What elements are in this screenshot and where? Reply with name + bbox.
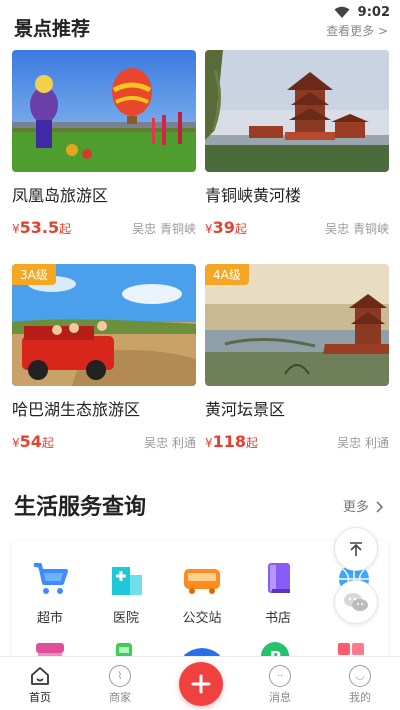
message-icon: ·· xyxy=(269,665,291,687)
book-icon xyxy=(268,563,290,593)
nav-item-merchants[interactable]: ⌇ 商家 xyxy=(80,657,160,710)
store-icon: ⌇ xyxy=(109,665,131,687)
scenic-location: 吴忠 利通 xyxy=(337,436,389,450)
service-item-bus-stop[interactable]: 公交站 xyxy=(164,561,240,626)
home-icon xyxy=(31,667,49,685)
life-header: 生活服务查询 更多 xyxy=(14,489,384,521)
back-to-top-button[interactable] xyxy=(334,527,378,571)
hospital-icon xyxy=(112,567,142,595)
scenic-name: 青铜峡黄河楼 xyxy=(205,186,302,205)
publish-button[interactable] xyxy=(179,662,223,706)
nav-item-home[interactable]: 首页 xyxy=(0,657,80,710)
scenic-image xyxy=(205,50,389,172)
scenic-name: 凤凰岛旅游区 xyxy=(12,186,109,205)
scenic-more-link[interactable]: 查看更多 > xyxy=(326,22,388,39)
arrow-up-icon xyxy=(350,542,362,556)
life-more-link[interactable]: 更多 xyxy=(343,496,384,515)
plus-icon xyxy=(191,674,211,694)
profile-icon: ◡ xyxy=(349,665,371,687)
scenic-price: ¥54起 xyxy=(12,432,54,451)
scenic-name: 哈巴湖生态旅游区 xyxy=(12,400,141,419)
scenic-card[interactable]: 青铜峡黄河楼 ¥39起 吴忠 青铜峡 xyxy=(205,50,389,237)
service-item-bookstore[interactable]: 书店 xyxy=(240,561,316,626)
grade-badge: 4A级 xyxy=(205,264,249,285)
service-label: 医院 xyxy=(112,611,139,626)
service-item-hospital[interactable]: 医院 xyxy=(88,561,164,626)
scenic-price: ¥39起 xyxy=(205,218,247,237)
service-label: 公交站 xyxy=(182,611,222,626)
scenic-image xyxy=(12,50,196,172)
scenic-title: 景点推荐 xyxy=(14,14,90,41)
chevron-right-icon xyxy=(376,501,384,513)
scenic-image: 3A级 xyxy=(12,264,196,386)
nav-item-messages[interactable]: ·· 消息 xyxy=(240,657,320,710)
scenic-price: ¥53.5起 xyxy=(12,218,72,237)
service-item-supermarket[interactable]: 超市 xyxy=(12,561,88,626)
bus-icon xyxy=(184,569,220,594)
wechat-icon xyxy=(344,593,368,611)
wechat-share-button[interactable] xyxy=(334,580,378,624)
life-title: 生活服务查询 xyxy=(14,495,147,520)
scenic-card[interactable]: 凤凰岛旅游区 ¥53.5起 吴忠 青铜峡 xyxy=(12,50,196,237)
scenic-card[interactable]: 4A级 黄河坛景区 ¥118起 吴忠 利通 xyxy=(205,264,389,451)
shopping-cart-icon xyxy=(34,563,68,594)
scenic-location: 吴忠 青铜峡 xyxy=(132,222,196,236)
service-label: 超市 xyxy=(36,611,63,626)
grade-badge: 3A级 xyxy=(12,264,56,285)
scenic-card[interactable]: 3A级 哈巴湖生态旅游区 ¥54起 吴忠 利通 xyxy=(12,264,196,451)
service-label: 书店 xyxy=(264,611,291,626)
scenic-name: 黄河坛景区 xyxy=(205,400,286,419)
scenic-price: ¥118起 xyxy=(205,432,259,451)
scenic-header: 景点推荐 查看更多 > xyxy=(14,14,388,41)
service-panel: 超市 医院 公交站 书店 便 P xyxy=(12,541,388,671)
scenic-image: 4A级 xyxy=(205,264,389,386)
scenic-location: 吴忠 利通 xyxy=(144,436,196,450)
nav-item-profile[interactable]: ◡ 我的 xyxy=(320,657,400,710)
scenic-location: 吴忠 青铜峡 xyxy=(325,222,389,236)
